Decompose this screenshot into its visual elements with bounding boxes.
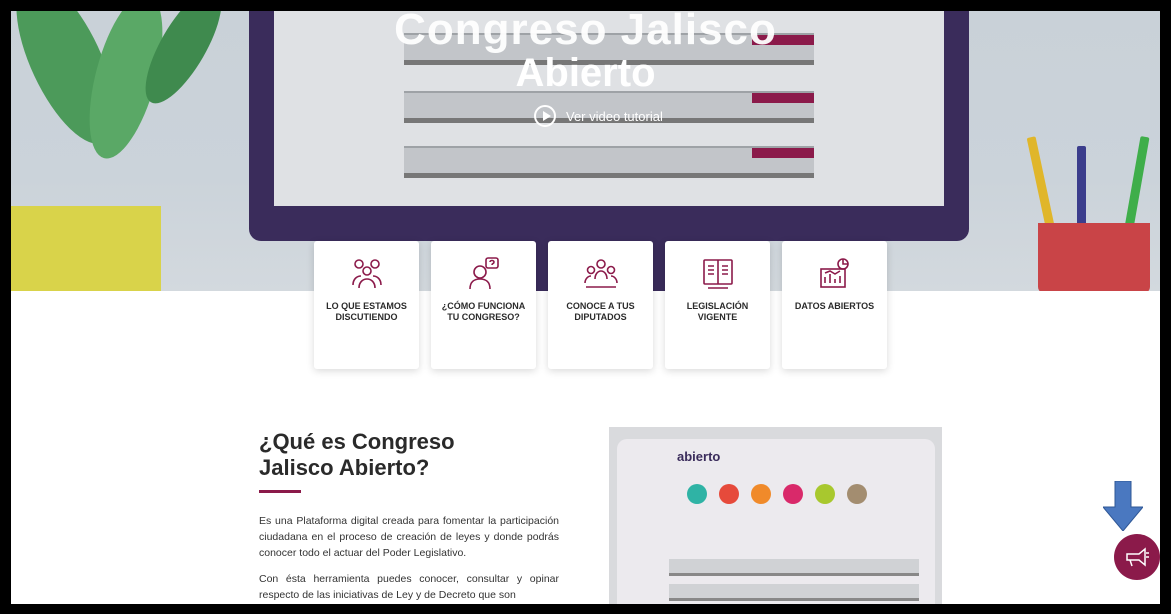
card-datos-abiertos[interactable]: DATOS ABIERTOS	[782, 241, 887, 369]
card-label: CONOCE A TUS DIPUTADOS	[566, 301, 635, 322]
preview-row	[669, 559, 919, 576]
platform-preview-image: abierto	[609, 427, 942, 604]
about-heading: ¿Qué es Congreso Jalisco Abierto?	[259, 429, 455, 480]
pencil-cup	[1038, 223, 1150, 291]
annotation-arrow-down-icon	[1103, 481, 1143, 531]
card-legislacion-vigente[interactable]: LEGISLACIÓN VIGENTE	[665, 241, 770, 369]
play-icon	[534, 105, 556, 127]
hero-title-line2: Abierto	[515, 51, 656, 95]
preview-circle	[815, 484, 835, 504]
plant-pot	[11, 206, 161, 291]
about-paragraph-1: Es una Plataforma digital creada para fo…	[259, 515, 559, 559]
card-lo-que-estamos-discutiendo[interactable]: LO QUE ESTAMOS DISCUTIENDO	[314, 241, 419, 369]
open-data-chart-icon	[819, 258, 849, 288]
video-tutorial-label: Ver video tutorial	[566, 108, 663, 124]
preview-screen: abierto	[617, 439, 935, 604]
hero-title-line1: Congreso Jalisco	[394, 11, 777, 54]
card-conoce-a-tus-diputados[interactable]: CONOCE A TUS DIPUTADOS	[548, 241, 653, 369]
screen-row	[404, 146, 814, 178]
card-label: LO QUE ESTAMOS DISCUTIENDO	[326, 301, 407, 322]
card-label: LEGISLACIÓN VIGENTE	[686, 301, 749, 322]
mailbox-megaphone-icon	[1126, 547, 1149, 567]
person-question-icon	[468, 257, 499, 290]
law-book-icon	[702, 259, 733, 289]
card-label: ¿CÓMO FUNCIONA TU CONGRESO?	[441, 301, 526, 322]
heading-underline	[259, 490, 301, 493]
video-tutorial-button[interactable]: Ver video tutorial	[534, 105, 663, 127]
about-paragraph-2: Con ésta herramienta puedes conocer, con…	[259, 573, 559, 601]
preview-circle	[751, 484, 771, 504]
preview-circle	[847, 484, 867, 504]
quick-access-cards: LO QUE ESTAMOS DISCUTIENDO ¿CÓMO FUNCION…	[314, 241, 887, 369]
card-label: DATOS ABIERTOS	[794, 301, 875, 311]
preview-circle	[687, 484, 707, 504]
preview-logo: abierto	[677, 449, 721, 464]
preview-circle	[783, 484, 803, 504]
preview-row	[669, 584, 919, 601]
browser-viewport: Congreso Jalisco Abierto Ver video tutor…	[9, 9, 1162, 606]
card-como-funciona-tu-congreso[interactable]: ¿CÓMO FUNCIONA TU CONGRESO?	[431, 241, 536, 369]
deputies-group-icon	[583, 259, 618, 288]
preview-circle	[719, 484, 739, 504]
people-discussion-icon	[351, 259, 382, 289]
feedback-mailbox-button[interactable]	[1114, 534, 1160, 580]
